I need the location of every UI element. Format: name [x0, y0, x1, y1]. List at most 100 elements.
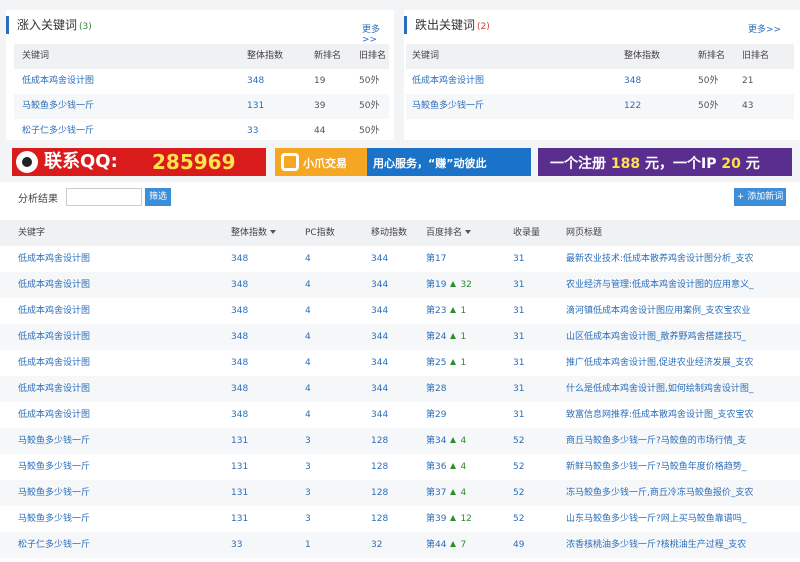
rank-value: 第24 [426, 332, 447, 342]
results-row: 马鲛鱼多少钱一斤 131 3 128 第34 4 52 商丘马鲛鱼多少钱一斤?马鲛鱼的市场行情… [0, 428, 800, 454]
add-keyword-button[interactable]: + 添加新词 [734, 188, 786, 206]
qq-ad-banner[interactable]: 联系QQ: 285969 [12, 148, 266, 176]
results-cell[interactable]: 348 [231, 246, 248, 272]
results-cell: 3 [305, 428, 311, 454]
rank-up-icon [450, 541, 457, 547]
page-title-link[interactable]: 推广低成本鸡舍设计图,促进农业经济发展_支农 [566, 350, 753, 376]
rise-keywords-panel: 涨入关键词 (3) 更多>> 关键词 整体指数 新排名 旧排名 低成本鸡舍设计图 348 19… [6, 10, 394, 140]
column-header-label: 关键字 [18, 228, 46, 238]
column-header-label: 百度排名 [426, 228, 463, 238]
keyword-link[interactable]: 低成本鸡舍设计图 [18, 272, 90, 298]
keyword-link[interactable]: 低成本鸡舍设计图 [22, 69, 94, 94]
results-cell[interactable]: 33 [231, 532, 242, 558]
results-cell[interactable]: 131 [231, 454, 248, 480]
mobile-value: 344 [371, 254, 389, 264]
column-header[interactable]: 整体指数 [624, 44, 660, 69]
keyword-link[interactable]: 低成本鸡舍设计图 [18, 350, 90, 376]
pc-value: 1 [305, 540, 311, 550]
ip-text-3: 元 [745, 156, 760, 172]
column-header[interactable]: 新排名 [314, 44, 341, 69]
results-cell[interactable]: 348 [231, 376, 248, 402]
column-header[interactable]: 网页标题 [566, 220, 602, 246]
rank-up-icon [450, 515, 457, 521]
xiaozhua-brand: 小爪交易 [303, 157, 347, 170]
column-header[interactable]: 百度排名 [426, 220, 472, 246]
page-title-link[interactable]: 新鲜马鲛鱼多少钱一斤?马鲛鱼年度价格趋势_ [566, 454, 746, 480]
table-cell[interactable]: 348 [247, 69, 264, 94]
table-row: 马鲛鱼多少钱一斤 122 50外 43 [406, 94, 794, 119]
keyword-link[interactable]: 低成本鸡舍设计图 [18, 298, 90, 324]
results-cell: 344 [371, 376, 388, 402]
keyword-link[interactable]: 低成本鸡舍设计图 [18, 376, 90, 402]
ip-price-2: 20 [721, 156, 741, 172]
table-cell[interactable]: 348 [624, 69, 641, 94]
table-cell[interactable]: 122 [624, 94, 641, 119]
keyword-link[interactable]: 马鲛鱼多少钱一斤 [18, 480, 90, 506]
results-cell[interactable]: 131 [231, 428, 248, 454]
page-title-link[interactable]: 致富信息网推荐:低成本散鸡舍设计图_支农宝农 [566, 402, 754, 428]
column-header[interactable]: 整体指数 [231, 220, 277, 246]
column-header[interactable]: 关键字 [18, 220, 45, 246]
fall-more-link[interactable]: 更多>> [748, 22, 781, 35]
table-cell[interactable]: 33 [247, 119, 258, 144]
keyword-link[interactable]: 低成本鸡舍设计图 [18, 402, 90, 428]
page-title-link[interactable]: 什么是低成本鸡舍设计图,如何绘制鸡舍设计图_ [566, 376, 753, 402]
keyword-link[interactable]: 马鲛鱼多少钱一斤 [22, 94, 94, 119]
table-cell[interactable]: 131 [247, 94, 264, 119]
page-title-link[interactable]: 农业经济与管理:低成本鸡舍设计图的应用意义_ [566, 272, 754, 298]
keyword-link[interactable]: 松子仁多少钱一斤 [18, 532, 90, 558]
page-title-link[interactable]: 商丘马鲛鱼多少钱一斤?马鲛鱼的市场行情_支 [566, 428, 746, 454]
results-cell: 4 [305, 272, 311, 298]
results-cell[interactable]: 348 [231, 402, 248, 428]
keyword-link[interactable]: 马鲛鱼多少钱一斤 [412, 94, 484, 119]
results-cell[interactable]: 348 [231, 324, 248, 350]
rank-value: 第36 [426, 462, 447, 472]
count-value: 52 [513, 514, 525, 524]
table-cell: 50外 [359, 76, 380, 86]
filter-button[interactable]: 筛选 [145, 188, 171, 206]
xiaozhua-brand-block: 小爪交易 [275, 148, 367, 176]
results-cell[interactable]: 348 [231, 298, 248, 324]
results-cell[interactable]: 131 [231, 480, 248, 506]
column-header[interactable]: PC指数 [305, 220, 335, 246]
qq-number: 285969 [152, 150, 236, 174]
results-cell[interactable]: 348 [231, 272, 248, 298]
results-cell: 4 [305, 298, 311, 324]
table-header-row: 关键词 整体指数 新排名 旧排名 [14, 44, 389, 69]
keyword-link[interactable]: 低成本鸡舍设计图 [412, 69, 484, 94]
results-cell: 128 [371, 480, 388, 506]
page-title-link[interactable]: 冻马鲛鱼多少钱一斤,商丘冷冻马鲛鱼报价_支农 [566, 480, 753, 506]
rank-value: 第17 [426, 254, 447, 264]
page-title-link[interactable]: 山区低成本鸡舍设计图_散养野鸡舍搭建技巧_ [566, 324, 746, 350]
filter-input[interactable] [66, 188, 142, 206]
keyword-link[interactable]: 马鲛鱼多少钱一斤 [18, 428, 90, 454]
column-header[interactable]: 整体指数 [247, 44, 283, 69]
ip-ad-banner[interactable]: 一个注册 188 元，一个IP 20 元 [538, 148, 792, 176]
keyword-link[interactable]: 低成本鸡舍设计图 [18, 324, 90, 350]
keyword-link[interactable]: 低成本鸡舍设计图 [18, 246, 90, 272]
top-section: 涨入关键词 (3) 更多>> 关键词 整体指数 新排名 旧排名 低成本鸡舍设计图 348 19… [0, 0, 800, 146]
table-cell: 50外 [359, 101, 380, 111]
column-header[interactable]: 关键词 [22, 44, 49, 69]
page-title-link[interactable]: 浓香核桃油多少钱一斤?核桃油生产过程_支农 [566, 532, 746, 558]
results-cell[interactable]: 131 [231, 506, 248, 532]
page-title-link[interactable]: 滴河镇低成本鸡舍设计图应用案例_支农宝农业 [566, 298, 751, 324]
keyword-link[interactable]: 松子仁多少钱一斤 [22, 119, 94, 144]
page-title-link[interactable]: 最新农业技术:低成本散养鸡舍设计图分析_支农 [566, 246, 754, 272]
column-header[interactable]: 收录量 [513, 220, 540, 246]
total-value: 348 [231, 358, 249, 368]
column-header[interactable]: 关键词 [412, 44, 439, 69]
page-title-link[interactable]: 山东马鲛鱼多少钱一斤?网上买马鲛鱼靠谱吗_ [566, 506, 746, 532]
count-value: 31 [513, 306, 525, 316]
column-header[interactable]: 新排名 [698, 44, 725, 69]
results-cell: 第29 [426, 402, 446, 428]
xiaozhua-ad-banner[interactable]: 小爪交易 用心服务，“赚”动彼此 [275, 148, 531, 176]
rise-more-link[interactable]: 更多>> [362, 22, 394, 45]
column-header[interactable]: 旧排名 [359, 44, 386, 69]
column-header[interactable]: 旧排名 [742, 44, 769, 69]
column-header[interactable]: 移动指数 [371, 220, 407, 246]
keyword-link[interactable]: 马鲛鱼多少钱一斤 [18, 506, 90, 532]
results-cell[interactable]: 348 [231, 350, 248, 376]
total-value: 131 [231, 514, 249, 524]
keyword-link[interactable]: 马鲛鱼多少钱一斤 [18, 454, 90, 480]
